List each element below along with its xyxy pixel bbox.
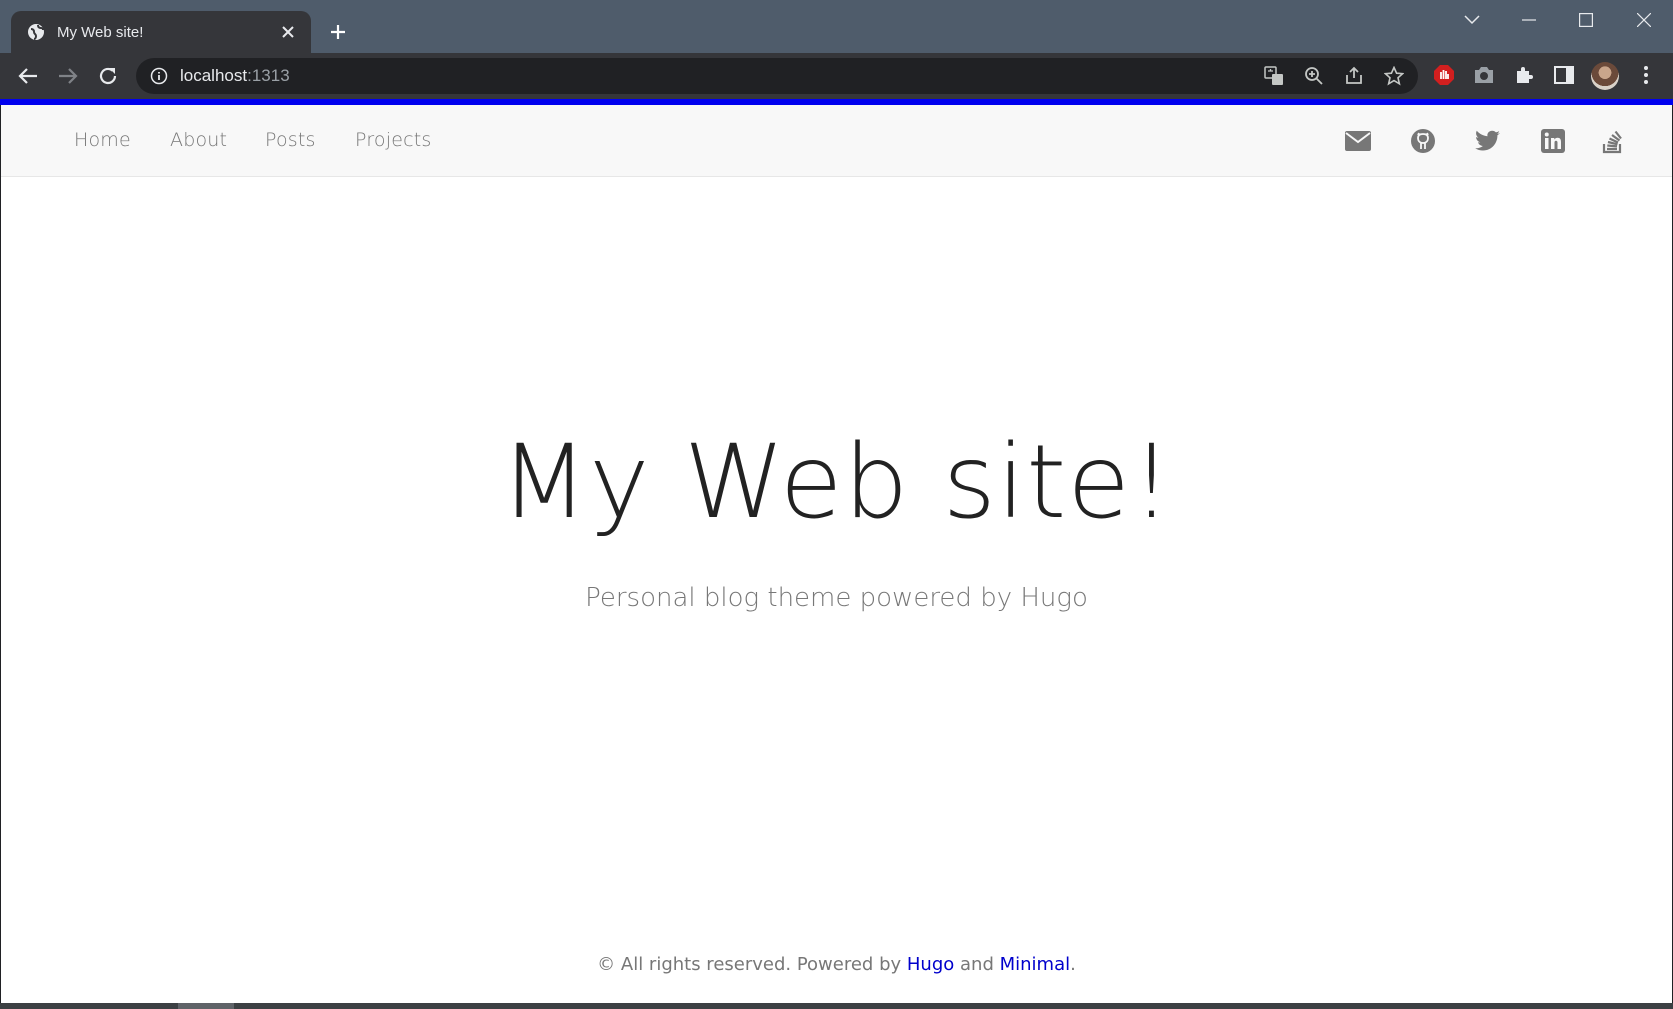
site-info-icon[interactable] <box>150 67 168 85</box>
hero-subtitle: Personal blog theme powered by Hugo <box>585 583 1088 613</box>
browser-tab[interactable]: My Web site! <box>11 11 311 53</box>
site-navbar: Home About Posts Projects <box>1 105 1672 177</box>
site-footer: © All rights reserved. Powered by Hugo a… <box>1 954 1672 975</box>
reload-icon[interactable] <box>95 63 121 89</box>
browser-toolbar: localhost:1313 <box>0 53 1673 99</box>
globe-icon <box>27 23 45 41</box>
tab-search-chevron-icon[interactable] <box>1458 8 1486 32</box>
profile-avatar[interactable] <box>1591 62 1619 90</box>
close-tab-icon[interactable] <box>279 23 297 41</box>
minimize-icon[interactable] <box>1515 8 1543 32</box>
tab-title: My Web site! <box>57 23 144 41</box>
stackoverflow-icon[interactable] <box>1599 127 1627 155</box>
adblock-extension-icon[interactable] <box>1432 63 1456 87</box>
footer-prefix: © All rights reserved. Powered by <box>597 954 907 975</box>
browser-titlebar: My Web site! <box>0 0 1673 53</box>
envelope-icon[interactable] <box>1344 127 1372 155</box>
web-page: Home About Posts Projects My Web site! P… <box>1 105 1672 1003</box>
zoom-icon[interactable] <box>1304 66 1324 86</box>
bookmark-star-icon[interactable] <box>1384 66 1404 86</box>
taskbar-strip <box>0 1003 1673 1009</box>
nav-item-posts[interactable]: Posts <box>265 129 316 151</box>
nav-item-projects[interactable]: Projects <box>355 129 432 151</box>
back-arrow-icon[interactable] <box>15 63 41 89</box>
hero-title: My Web site! <box>500 423 1173 542</box>
forward-arrow-icon[interactable] <box>55 63 81 89</box>
kebab-menu-icon[interactable] <box>1634 63 1658 87</box>
close-window-icon[interactable] <box>1630 8 1658 32</box>
side-panel-icon[interactable] <box>1552 63 1576 87</box>
puzzle-extensions-icon[interactable] <box>1512 63 1536 87</box>
github-icon[interactable] <box>1409 127 1437 155</box>
footer-link-hugo[interactable]: Hugo <box>907 954 954 975</box>
footer-suffix: . <box>1070 954 1076 975</box>
translate-icon[interactable] <box>1264 66 1284 86</box>
url-port: :1313 <box>247 66 290 85</box>
twitter-icon[interactable] <box>1474 127 1502 155</box>
new-tab-icon[interactable] <box>326 20 350 44</box>
nav-item-home[interactable]: Home <box>74 129 131 151</box>
share-icon[interactable] <box>1344 66 1364 86</box>
nav-item-about[interactable]: About <box>170 129 227 151</box>
address-bar[interactable]: localhost:1313 <box>136 58 1418 94</box>
linkedin-icon[interactable] <box>1539 127 1567 155</box>
taskbar-segment <box>178 1003 234 1009</box>
url-host: localhost <box>180 66 248 85</box>
maximize-icon[interactable] <box>1572 8 1600 32</box>
footer-middle: and <box>954 954 1000 975</box>
footer-link-minimal[interactable]: Minimal <box>1000 954 1071 975</box>
camera-extension-icon[interactable] <box>1472 63 1496 87</box>
